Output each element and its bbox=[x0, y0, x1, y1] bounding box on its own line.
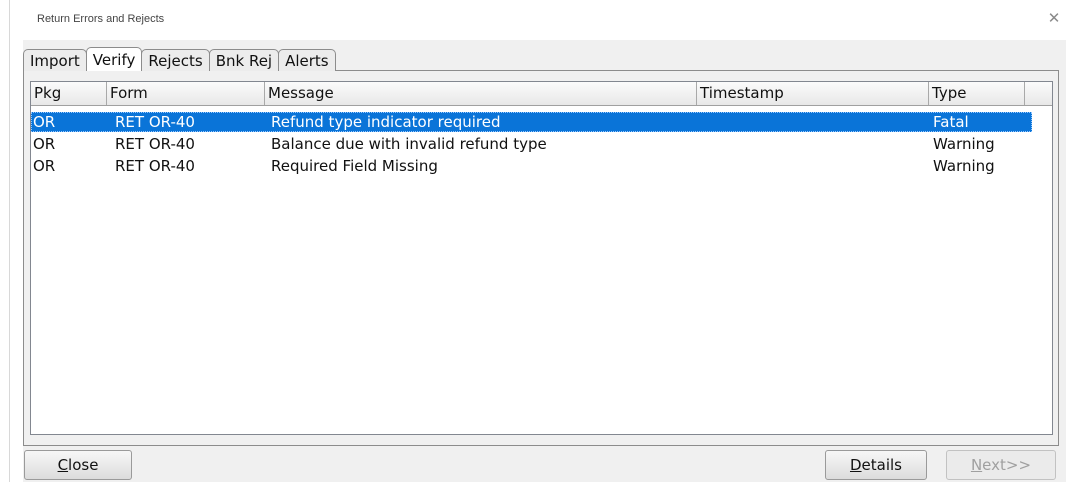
cell-type: Fatal bbox=[933, 113, 969, 131]
table-row[interactable]: OR RET OR-40 Balance due with invalid re… bbox=[31, 134, 1032, 154]
cell-form: RET OR-40 bbox=[115, 113, 195, 131]
table-row[interactable]: OR RET OR-40 Refund type indicator requi… bbox=[31, 112, 1032, 132]
list-header: Pkg Form Message Timestamp Type bbox=[31, 82, 1052, 106]
tab-alerts[interactable]: Alerts bbox=[278, 49, 336, 71]
cell-message: Required Field Missing bbox=[271, 157, 438, 175]
details-button[interactable]: Details bbox=[825, 450, 927, 480]
column-header-message[interactable]: Message bbox=[265, 82, 697, 105]
close-button-label: lose bbox=[68, 456, 99, 474]
window-title: Return Errors and Rejects bbox=[37, 13, 165, 25]
close-button-mnemonic: C bbox=[57, 456, 69, 474]
cell-pkg: OR bbox=[33, 113, 56, 131]
cell-type: Warning bbox=[933, 135, 995, 153]
cell-timestamp bbox=[703, 134, 923, 154]
tab-import[interactable]: Import bbox=[23, 49, 87, 71]
table-row[interactable]: OR RET OR-40 Required Field Missing Warn… bbox=[31, 156, 1032, 176]
next-button[interactable]: Next>> bbox=[946, 450, 1056, 480]
cell-timestamp bbox=[703, 112, 923, 132]
next-button-mnemonic: N bbox=[970, 456, 983, 474]
tab-bnk-rej[interactable]: Bnk Rej bbox=[208, 49, 280, 71]
details-button-mnemonic: D bbox=[849, 456, 862, 474]
cell-pkg: OR bbox=[33, 157, 56, 175]
cell-pkg: OR bbox=[33, 135, 56, 153]
cell-timestamp bbox=[703, 156, 923, 176]
cell-message: Balance due with invalid refund type bbox=[271, 135, 547, 153]
details-button-label: etails bbox=[861, 456, 902, 474]
column-header-timestamp[interactable]: Timestamp bbox=[697, 82, 929, 105]
cell-form: RET OR-40 bbox=[115, 157, 195, 175]
tab-verify[interactable]: Verify bbox=[85, 47, 143, 71]
next-button-label: ext>> bbox=[982, 456, 1032, 474]
cell-message: Refund type indicator required bbox=[271, 113, 501, 131]
close-button[interactable]: Close bbox=[24, 450, 132, 480]
column-header-form[interactable]: Form bbox=[107, 82, 265, 105]
cell-type: Warning bbox=[933, 157, 995, 175]
errors-list[interactable]: Pkg Form Message Timestamp Type OR RET O… bbox=[30, 81, 1053, 435]
column-header-type[interactable]: Type bbox=[929, 82, 1025, 105]
close-icon[interactable]: ✕ bbox=[1046, 10, 1062, 26]
tab-rejects[interactable]: Rejects bbox=[141, 49, 210, 71]
cell-form: RET OR-40 bbox=[115, 135, 195, 153]
tab-strip: Import Verify Rejects Bnk Rej Alerts bbox=[23, 47, 336, 71]
column-header-pkg[interactable]: Pkg bbox=[31, 82, 107, 105]
window-left-border bbox=[9, 0, 10, 482]
